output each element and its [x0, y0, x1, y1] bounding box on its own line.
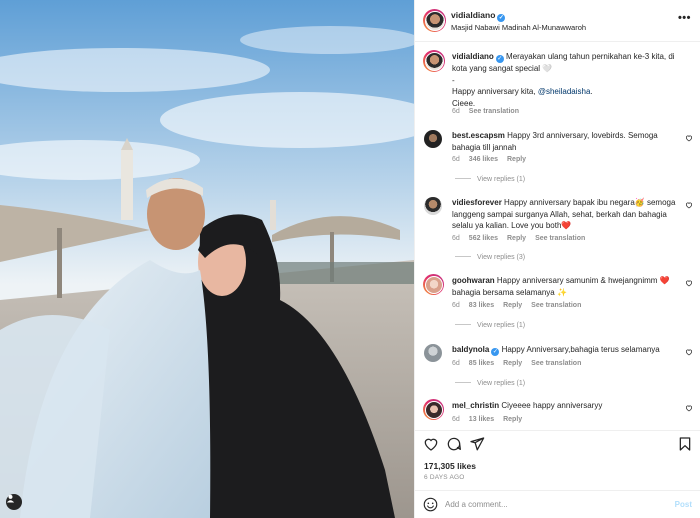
caption-meta: 6d See translation	[452, 108, 528, 115]
comment-meta: 6d 85 likes Reply See translation	[452, 360, 590, 367]
comment-time: 6d	[452, 360, 460, 367]
comment-reply[interactable]: Reply	[507, 235, 526, 242]
comment-text: baldynola ✓ Happy Anniversary,bahagia ter…	[452, 344, 682, 356]
view-replies-label[interactable]: View replies (1)	[477, 322, 525, 329]
comment-time: 6d	[452, 156, 460, 163]
heart-icon[interactable]	[685, 348, 693, 356]
commenter-avatar[interactable]	[423, 399, 444, 420]
comment-body: Ciyeeee happy anniversaryy	[501, 401, 603, 410]
comment-likes[interactable]: 346 likes	[469, 156, 498, 163]
caption-mention[interactable]: @sheiladaisha	[538, 87, 591, 96]
heart-icon[interactable]	[685, 134, 693, 142]
comment-text: goohwaran Happy anniversary samunim & hw…	[452, 275, 682, 298]
comments-scroll-area[interactable]: vidialdiano ✓ Merayakan ulang tahun perni…	[415, 42, 700, 430]
view-replies-label[interactable]: View replies (1)	[477, 176, 525, 183]
view-replies[interactable]: View replies (1)	[455, 176, 525, 183]
comment-meta: 6d 83 likes Reply See translation	[452, 302, 590, 309]
comment-text: mel_christin Ciyeeee happy anniversaryy	[452, 400, 682, 412]
view-replies-label[interactable]: View replies (3)	[477, 254, 525, 261]
author-username-text[interactable]: vidialdiano	[451, 10, 495, 20]
comment-likes[interactable]: 562 likes	[469, 235, 498, 242]
comment-see-translation[interactable]: See translation	[531, 360, 581, 367]
comment-likes[interactable]: 83 likes	[469, 302, 494, 309]
comment-meta: 6d 13 likes Reply	[452, 416, 531, 423]
replies-divider	[455, 324, 471, 325]
emoji-icon[interactable]	[423, 497, 438, 512]
action-bar: 171,305 likes 6 DAYS AGO	[415, 430, 700, 490]
heart-icon[interactable]	[685, 201, 693, 209]
comment-username[interactable]: goohwaran	[452, 276, 495, 285]
caption-avatar[interactable]	[423, 50, 445, 72]
caption-line-3-prefix: Happy anniversary kita,	[452, 87, 538, 96]
caption-line-2: -	[452, 75, 455, 85]
comment-text: vidiesforever Happy anniversary bapak ib…	[452, 197, 682, 232]
replies-divider	[455, 256, 471, 257]
view-replies[interactable]: View replies (1)	[455, 322, 525, 329]
commenter-avatar[interactable]	[424, 344, 442, 362]
caption-time: 6d	[452, 108, 460, 115]
commenter-avatar[interactable]	[423, 274, 444, 295]
likes-count[interactable]: 171,305 likes	[424, 461, 476, 471]
comment-see-translation[interactable]: See translation	[535, 235, 585, 242]
heart-icon[interactable]	[423, 436, 439, 452]
comment-icon[interactable]	[446, 436, 462, 452]
comment-username[interactable]: mel_christin	[452, 401, 499, 410]
comment-meta: 6d 562 likes Reply See translation	[452, 235, 594, 242]
comment-text: best.escapsm Happy 3rd anniversary, love…	[452, 130, 682, 153]
more-options-icon[interactable]: •••	[678, 12, 691, 24]
replies-divider	[455, 382, 471, 383]
view-replies[interactable]: View replies (3)	[455, 254, 525, 261]
post-location[interactable]: Masjid Nabawi Madinah Al-Munawwaroh	[451, 23, 586, 32]
comment-time: 6d	[452, 302, 460, 309]
post-header: vidialdiano ✓ Masjid Nabawi Madinah Al-Mu…	[415, 0, 700, 42]
post-details-panel: vidialdiano ✓ Masjid Nabawi Madinah Al-Mu…	[414, 0, 700, 518]
author-username[interactable]: vidialdiano ✓	[451, 10, 506, 22]
post-time-ago[interactable]: 6 DAYS AGO	[424, 474, 465, 481]
verified-badge-icon: ✓	[491, 348, 500, 356]
comment-likes[interactable]: 85 likes	[469, 360, 494, 367]
verified-badge-icon: ✓	[497, 14, 506, 22]
heart-icon[interactable]	[685, 279, 693, 287]
heart-icon[interactable]	[685, 404, 693, 412]
comment-reply[interactable]: Reply	[503, 416, 522, 423]
comment-reply[interactable]: Reply	[503, 302, 522, 309]
comment-reply[interactable]: Reply	[503, 360, 522, 367]
comment-username[interactable]: baldynola	[452, 345, 489, 354]
comment-time: 6d	[452, 416, 460, 423]
share-icon[interactable]	[469, 436, 485, 452]
bookmark-icon[interactable]	[677, 436, 693, 452]
view-replies-label[interactable]: View replies (1)	[477, 380, 525, 387]
commenter-avatar[interactable]	[424, 197, 442, 215]
caption-text: vidialdiano ✓ Merayakan ulang tahun perni…	[452, 51, 688, 109]
commenter-avatar[interactable]	[424, 130, 442, 148]
replies-divider	[455, 178, 471, 179]
view-replies[interactable]: View replies (1)	[455, 380, 525, 387]
comment-time: 6d	[452, 235, 460, 242]
photo-illustration	[0, 0, 414, 518]
verified-badge-icon: ✓	[495, 55, 504, 63]
comment-meta: 6d 346 likes Reply	[452, 156, 535, 163]
comment-reply[interactable]: Reply	[507, 156, 526, 163]
comment-input[interactable]	[445, 497, 665, 512]
comment-likes[interactable]: 13 likes	[469, 416, 494, 423]
caption-username[interactable]: vidialdiano	[452, 52, 494, 61]
post-comment-button[interactable]: Post	[675, 500, 692, 509]
comment-see-translation[interactable]: See translation	[531, 302, 581, 309]
comment-username[interactable]: vidiesforever	[452, 198, 502, 207]
author-avatar[interactable]	[423, 9, 446, 32]
user-tag-icon[interactable]	[6, 494, 22, 510]
comment-body: Happy Anniversary,bahagia terus selamany…	[501, 345, 660, 354]
caption-see-translation[interactable]: See translation	[469, 108, 519, 115]
comment-username[interactable]: best.escapsm	[452, 131, 505, 140]
post-photo[interactable]	[0, 0, 414, 518]
comment-composer: Post	[415, 490, 700, 518]
caption-line-3-suffix: .	[590, 87, 593, 96]
caption-line-4: Cieee.	[452, 98, 476, 108]
